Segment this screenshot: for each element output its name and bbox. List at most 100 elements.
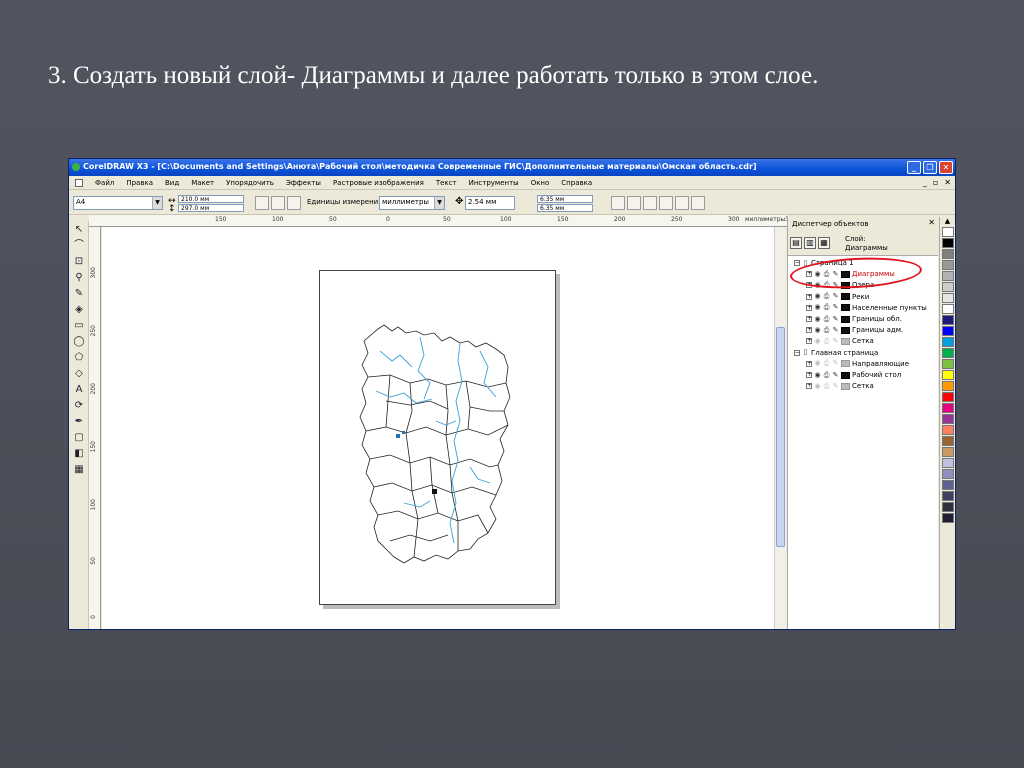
scrollbar-thumb[interactable] [776, 327, 785, 547]
palette-color-swatch[interactable] [942, 381, 954, 391]
zoom-icon[interactable]: ⚲ [72, 271, 86, 285]
options-button[interactable] [691, 196, 705, 210]
page-height-input[interactable]: 297.0 мм [178, 204, 244, 212]
menu-text[interactable]: Текст [436, 179, 457, 187]
vertical-scrollbar[interactable] [774, 227, 786, 629]
palette-color-swatch[interactable] [942, 238, 954, 248]
palette-color-swatch[interactable] [942, 502, 954, 512]
palette-color-swatch[interactable] [942, 480, 954, 490]
printer-icon[interactable]: ⎙ [823, 371, 830, 379]
text-icon[interactable]: A [72, 383, 86, 397]
printer-icon[interactable]: ⎙ [823, 315, 830, 323]
chevron-down-icon[interactable]: ▼ [152, 197, 162, 209]
pencil-icon[interactable]: ✎ [832, 315, 839, 323]
eye-icon[interactable]: ◉ [814, 360, 821, 367]
menu-view[interactable]: Вид [165, 179, 179, 187]
shape-icon[interactable]: ⌒ [72, 239, 86, 253]
horizontal-ruler[interactable]: 15010050050100150200250300350 [89, 215, 789, 227]
pencil-icon[interactable]: ✎ [832, 326, 839, 334]
ellipse-icon[interactable]: ◯ [72, 335, 86, 349]
interactive-blend-icon[interactable]: ⟳ [72, 399, 86, 413]
tree-layer-row[interactable]: + ◉ ⎙ ✎ Населенные пункты [806, 303, 927, 313]
chevron-down-icon[interactable]: ▼ [434, 197, 444, 209]
printer-icon[interactable]: ⎙ [823, 326, 830, 334]
expand-icon[interactable]: + [806, 360, 812, 367]
expand-icon[interactable]: + [806, 338, 812, 345]
palette-color-swatch[interactable] [942, 348, 954, 358]
eye-icon[interactable]: ◉ [814, 304, 821, 311]
crop-icon[interactable]: ⊡ [72, 255, 86, 269]
palette-color-swatch[interactable] [942, 337, 954, 347]
tree-layer-row[interactable]: + ◉ ⎙ ✎ Границы адм. [806, 325, 903, 335]
pencil-icon[interactable]: ✎ [832, 337, 839, 345]
snap-guidelines-button[interactable] [627, 196, 641, 210]
tree-layer-row[interactable]: + ◉ ⎙ ✎ Рабочий стол [806, 370, 901, 380]
palette-color-swatch[interactable] [942, 293, 954, 303]
interactive-fill-icon[interactable]: ▦ [72, 463, 86, 477]
basic-shapes-icon[interactable]: ◇ [72, 367, 86, 381]
printer-icon[interactable]: ⎙ [823, 382, 830, 390]
expand-icon[interactable]: + [806, 304, 812, 311]
tree-layer-row[interactable]: + ◉ ⎙ ✎ Границы обл. [806, 314, 902, 324]
portrait-button[interactable] [255, 196, 269, 210]
vertical-ruler[interactable]: 300 250 200 150 100 50 0 [89, 227, 101, 629]
maximize-button[interactable]: ❐ [923, 161, 937, 174]
title-bar[interactable]: CorelDRAW X3 - [C:\Documents and Setting… [69, 159, 955, 176]
palette-color-swatch[interactable] [942, 513, 954, 523]
palette-scroll-up-icon[interactable]: ▲ [940, 217, 955, 227]
freehand-icon[interactable]: ✎ [72, 287, 86, 301]
document-icon[interactable] [75, 179, 83, 187]
printer-icon[interactable]: ⎙ [823, 337, 830, 345]
duplicate-x-input[interactable]: 6.35 мм [537, 195, 593, 203]
collapse-icon[interactable]: − [794, 349, 800, 356]
palette-color-swatch[interactable] [942, 414, 954, 424]
palette-color-swatch[interactable] [942, 326, 954, 336]
units-select[interactable]: миллиметры ▼ [379, 196, 445, 210]
snap-objects-button[interactable] [643, 196, 657, 210]
expand-icon[interactable]: + [806, 316, 812, 322]
eyedropper-icon[interactable]: ✒ [72, 415, 86, 429]
eye-icon[interactable]: ◉ [814, 293, 821, 300]
pencil-icon[interactable]: ✎ [832, 304, 839, 311]
menu-bitmaps[interactable]: Растровые изображения [333, 179, 424, 187]
palette-color-swatch[interactable] [942, 260, 954, 270]
expand-icon[interactable]: + [806, 293, 812, 300]
paper-size-select[interactable]: A4 ▼ [73, 196, 163, 210]
palette-color-swatch[interactable] [942, 425, 954, 435]
tree-layer-row[interactable]: + ◉ ⎙ ✎ Реки [806, 292, 869, 302]
page-width-input[interactable]: 210.0 мм [178, 195, 244, 203]
menu-tools[interactable]: Инструменты [469, 179, 519, 187]
landscape-button[interactable] [271, 196, 285, 210]
minimize-button[interactable]: _ [907, 161, 921, 174]
tree-layer-row[interactable]: + ◉ ⎙ ✎ Сетка [806, 381, 874, 391]
menu-file[interactable]: Файл [95, 179, 114, 187]
eye-icon[interactable]: ◉ [814, 337, 821, 345]
menu-window[interactable]: Окно [531, 179, 550, 187]
layer-manager-view-icon[interactable]: ▦ [818, 237, 830, 249]
snap-grid-button[interactable] [611, 196, 625, 210]
rectangle-icon[interactable]: ▭ [72, 319, 86, 333]
palette-color-swatch[interactable] [942, 282, 954, 292]
pencil-icon[interactable]: ✎ [832, 382, 839, 390]
tree-layer-row[interactable]: + ◉ ⎙ ✎ Направляющие [806, 359, 909, 369]
eye-icon[interactable]: ◉ [814, 382, 821, 390]
eye-icon[interactable]: ◉ [814, 315, 821, 323]
doc-minimize-button[interactable]: _ [923, 178, 927, 187]
palette-color-swatch[interactable] [942, 491, 954, 501]
treat-as-filled-button[interactable] [675, 196, 689, 210]
doc-restore-button[interactable]: ▫ [933, 178, 938, 187]
docker-close-button[interactable]: ✕ [928, 218, 935, 227]
palette-color-swatch[interactable] [942, 249, 954, 259]
pick-icon[interactable]: ↖ [72, 223, 86, 237]
pencil-icon[interactable]: ✎ [832, 360, 839, 367]
eye-icon[interactable]: ◉ [814, 326, 821, 334]
printer-icon[interactable]: ⎙ [823, 293, 830, 300]
new-layer-icon[interactable]: ▤ [790, 237, 802, 249]
doc-close-button[interactable]: ✕ [944, 178, 951, 187]
drawing-canvas[interactable] [102, 227, 774, 629]
fill-icon[interactable]: ◧ [72, 447, 86, 461]
outline-icon[interactable]: ▢ [72, 431, 86, 445]
palette-color-swatch[interactable] [942, 227, 954, 237]
palette-color-swatch[interactable] [942, 304, 954, 314]
palette-color-swatch[interactable] [942, 392, 954, 402]
